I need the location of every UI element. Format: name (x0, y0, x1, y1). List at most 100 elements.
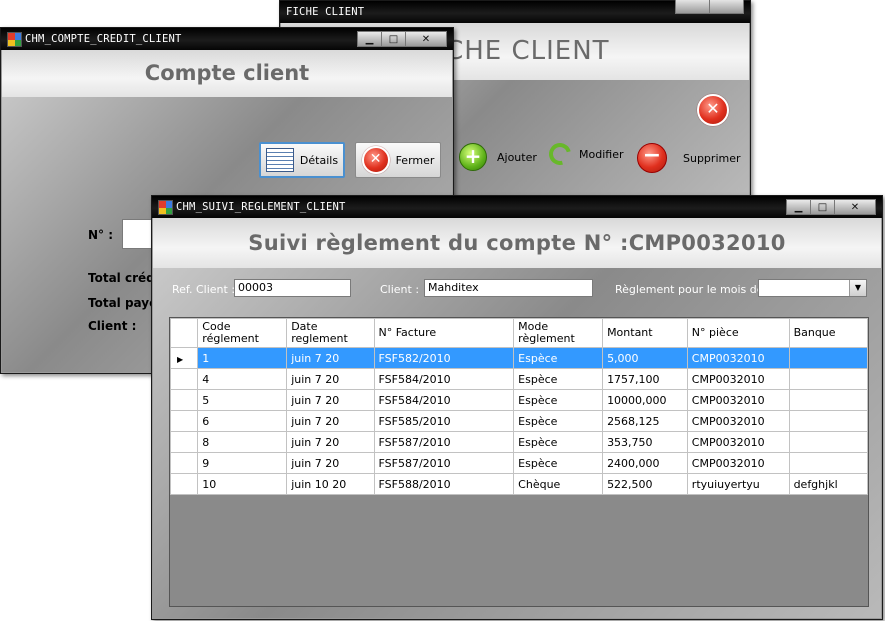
column-header[interactable]: Date reglement (286, 318, 375, 348)
table-cell-banque[interactable] (788, 389, 869, 411)
row-header[interactable] (169, 368, 199, 390)
client-input[interactable]: Mahditex (424, 279, 593, 297)
table-cell-code[interactable]: 1 (197, 347, 288, 369)
fermer-button[interactable]: ✕ Fermer (355, 142, 441, 178)
table-cell-facture[interactable]: FSF585/2010 (373, 410, 515, 432)
row-header[interactable]: ▶ (169, 347, 199, 369)
table-cell-date[interactable]: juin 7 20 (286, 452, 375, 474)
mois-select[interactable]: ▼ (758, 279, 867, 297)
supprimer-button[interactable]: − Supprimer (637, 143, 741, 173)
suivi-reglement-titlebar[interactable]: CHM_SUIVI_REGLEMENT_CLIENT ▁ □ ✕ (152, 196, 882, 218)
table-cell-banque[interactable]: defghjkl (788, 473, 869, 495)
compte-client-titlebar[interactable]: CHM_COMPTE_CREDIT_CLIENT ▁ □ ✕ (1, 28, 453, 50)
table-row[interactable]: 9 juin 7 20 FSF587/2010 Espèce 2400,000 CMP00… (169, 452, 869, 474)
total-paye-label: Total payé (88, 296, 158, 310)
modifier-button[interactable]: Modifier (544, 138, 623, 170)
table-cell-mode[interactable]: Espèce (513, 431, 604, 453)
column-header[interactable]: Code réglement (197, 318, 288, 348)
table-cell-piece[interactable]: CMP0032010 (686, 347, 790, 369)
row-header[interactable] (169, 452, 199, 474)
table-cell-date[interactable]: juin 10 20 (286, 473, 375, 495)
minimize-button[interactable] (675, 0, 710, 14)
table-cell-banque[interactable] (788, 410, 869, 432)
suivi-reglement-window: CHM_SUIVI_REGLEMENT_CLIENT ▁ □ ✕ Suivi r… (151, 195, 883, 620)
table-cell-code[interactable]: 5 (197, 389, 288, 411)
ref-client-label: Ref. Client : (172, 283, 236, 296)
table-cell-montant[interactable]: 353,750 (602, 431, 688, 453)
column-header[interactable]: Banque (788, 318, 869, 348)
close-button[interactable]: ✕ (834, 199, 876, 215)
table-row[interactable]: ▶ 1 juin 7 20 FSF582/2010 Espèce 5,000 CMP0032… (169, 347, 869, 369)
table-cell-piece[interactable]: CMP0032010 (686, 431, 790, 453)
table-cell-montant[interactable]: 1757,100 (602, 368, 688, 390)
table-cell-mode[interactable]: Espèce (513, 452, 604, 474)
column-header[interactable]: Montant (602, 318, 688, 348)
table-row[interactable]: 8 juin 7 20 FSF587/2010 Espèce 353,750 CMP003… (169, 431, 869, 453)
table-cell-date[interactable]: juin 7 20 (286, 410, 375, 432)
table-cell-facture[interactable]: FSF587/2010 (373, 452, 515, 474)
table-cell-banque[interactable] (788, 452, 869, 474)
maximize-button[interactable]: □ (810, 199, 835, 215)
table-cell-date[interactable]: juin 7 20 (286, 347, 375, 369)
table-cell-montant[interactable]: 5,000 (602, 347, 688, 369)
table-cell-facture[interactable]: FSF588/2010 (373, 473, 515, 495)
fiche-client-titlebar[interactable]: FICHE CLIENT (280, 0, 750, 23)
table-cell-banque[interactable] (788, 368, 869, 390)
table-cell-banque[interactable] (788, 347, 869, 369)
ref-client-input[interactable]: 00003 (234, 279, 351, 297)
table-cell-montant[interactable]: 2400,000 (602, 452, 688, 474)
row-header[interactable] (169, 410, 199, 432)
table-cell-mode[interactable]: Espèce (513, 410, 604, 432)
table-cell-piece[interactable]: CMP0032010 (686, 389, 790, 411)
row-header[interactable] (169, 389, 199, 411)
table-row[interactable]: 10 juin 10 20 FSF588/2010 Chèque 522,500 rtyu… (169, 473, 869, 495)
details-button[interactable]: Détails (259, 142, 345, 178)
table-cell-piece[interactable]: rtyuiuyertyu (686, 473, 790, 495)
column-header[interactable]: N° pièce (686, 318, 790, 348)
table-cell-piece[interactable]: CMP0032010 (686, 410, 790, 432)
fermer-label: Fermer (395, 153, 435, 167)
table-cell-facture[interactable]: FSF587/2010 (373, 431, 515, 453)
close-icon: ✕ (361, 146, 390, 174)
table-row[interactable]: 4 juin 7 20 FSF584/2010 Espèce 1757,100 CMP00… (169, 368, 869, 390)
table-cell-code[interactable]: 4 (197, 368, 288, 390)
table-cell-code[interactable]: 9 (197, 452, 288, 474)
close-button[interactable]: ✕ (405, 31, 447, 47)
maximize-button[interactable]: □ (381, 31, 406, 47)
table-cell-piece[interactable]: CMP0032010 (686, 452, 790, 474)
table-cell-piece[interactable]: CMP0032010 (686, 368, 790, 390)
reglement-grid[interactable]: Code réglement Date reglement N° Facture Mo… (169, 317, 869, 607)
ajouter-button[interactable]: + Ajouter (459, 143, 537, 171)
table-cell-mode[interactable]: Espèce (513, 389, 604, 411)
delete-icon[interactable]: ✕ (697, 94, 729, 126)
close-button[interactable] (709, 0, 744, 14)
column-header[interactable]: Mode règlement (513, 318, 604, 348)
table-row[interactable]: 5 juin 7 20 FSF584/2010 Espèce 10000,000 CMP0… (169, 389, 869, 411)
table-cell-mode[interactable]: Espèce (513, 368, 604, 390)
table-cell-facture[interactable]: FSF582/2010 (373, 347, 515, 369)
table-cell-code[interactable]: 10 (197, 473, 288, 495)
chevron-down-icon[interactable]: ▼ (849, 280, 866, 296)
table-cell-date[interactable]: juin 7 20 (286, 431, 375, 453)
table-cell-montant[interactable]: 522,500 (602, 473, 688, 495)
column-header[interactable]: N° Facture (373, 318, 515, 348)
table-cell-banque[interactable] (788, 431, 869, 453)
table-cell-date[interactable]: juin 7 20 (286, 368, 375, 390)
table-cell-facture[interactable]: FSF584/2010 (373, 389, 515, 411)
table-row[interactable]: 6 juin 7 20 FSF585/2010 Espèce 2568,125 CMP00… (169, 410, 869, 432)
table-cell-code[interactable]: 6 (197, 410, 288, 432)
table-cell-montant[interactable]: 2568,125 (602, 410, 688, 432)
ajouter-label: Ajouter (497, 150, 537, 164)
row-header[interactable] (169, 473, 199, 495)
table-cell-code[interactable]: 8 (197, 431, 288, 453)
table-cell-mode[interactable]: Chèque (513, 473, 604, 495)
window-controls (675, 0, 744, 14)
table-cell-facture[interactable]: FSF584/2010 (373, 368, 515, 390)
table-cell-date[interactable]: juin 7 20 (286, 389, 375, 411)
row-header[interactable] (169, 431, 199, 453)
minimize-button[interactable]: ▁ (357, 31, 382, 47)
table-cell-mode[interactable]: Espèce (513, 347, 604, 369)
suivi-reglement-body: Suivi règlement du compte N° :CMP0032010… (153, 218, 881, 618)
minimize-button[interactable]: ▁ (786, 199, 811, 215)
table-cell-montant[interactable]: 10000,000 (602, 389, 688, 411)
